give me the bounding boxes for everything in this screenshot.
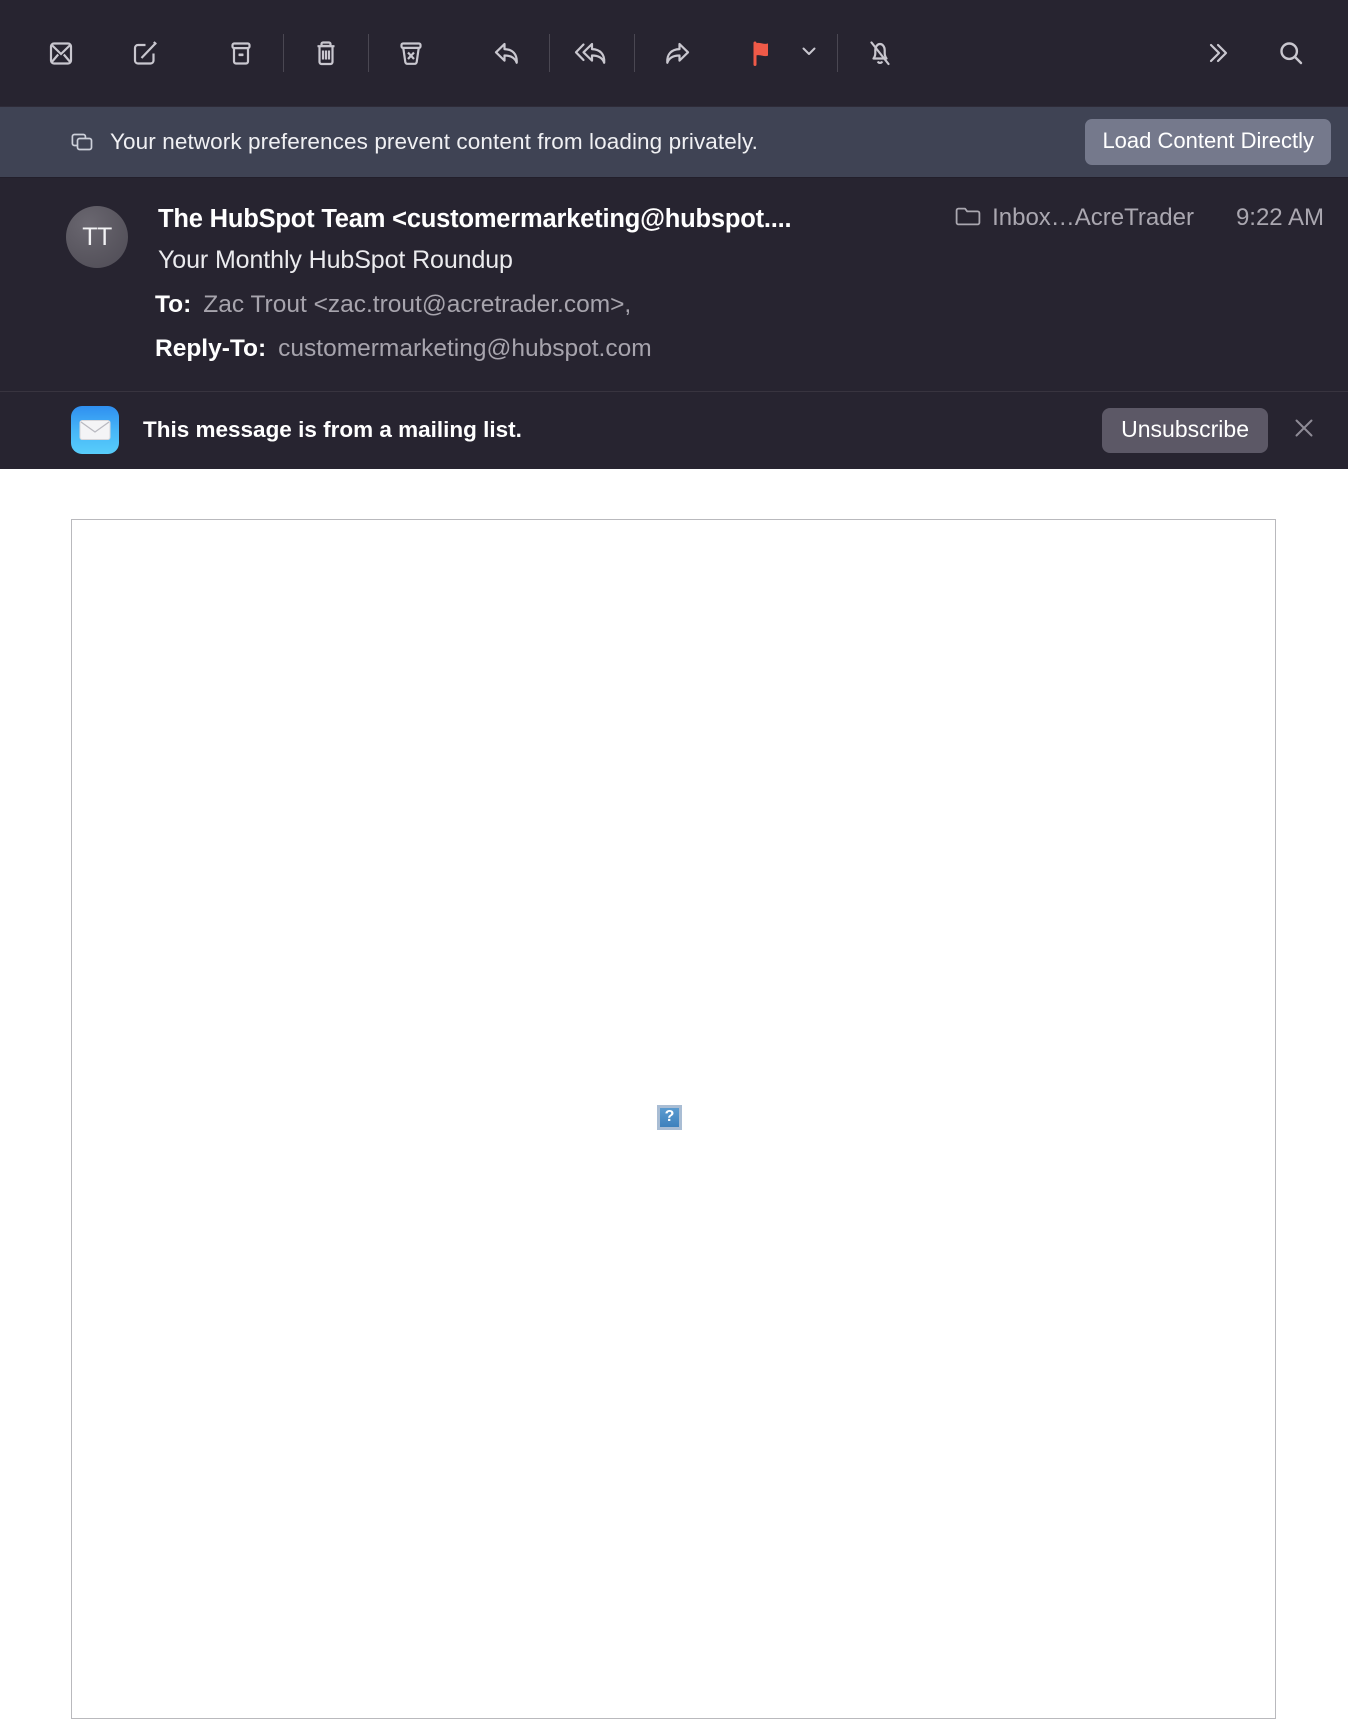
reply-button[interactable] <box>476 22 538 84</box>
junk-icon <box>391 33 431 73</box>
toolbar-separator-2 <box>368 34 369 72</box>
mute-icon <box>860 33 900 73</box>
toolbar-separator-4 <box>634 34 635 72</box>
load-content-directly-button[interactable]: Load Content Directly <box>1085 119 1331 165</box>
avatar: TT <box>66 206 128 268</box>
mailbox-label[interactable]: Inbox…AcreTrader <box>992 204 1194 232</box>
copy-windows-icon <box>70 130 94 154</box>
folder-icon <box>955 205 981 232</box>
mark-unread-button[interactable] <box>30 22 92 84</box>
toolbar-separator-5 <box>837 34 838 72</box>
privacy-banner: Your network preferences prevent content… <box>0 106 1348 177</box>
to-label: To: <box>155 290 192 318</box>
message-header: TT The HubSpot Team <customermarketing@h… <box>0 177 1348 391</box>
forward-icon <box>656 32 698 74</box>
more-button[interactable] <box>1186 22 1248 84</box>
archive-button[interactable] <box>210 22 272 84</box>
flag-icon <box>741 33 781 73</box>
reply-to-value[interactable]: customermarketing@hubspot.com <box>278 335 651 363</box>
toolbar-separator-3 <box>549 34 550 72</box>
reply-to-label: Reply-To: <box>155 334 267 362</box>
email-content-frame: ? <box>71 518 1276 1719</box>
sender-name[interactable]: The HubSpot Team <customermarketing@hubs… <box>158 205 791 234</box>
reply-to-row: Reply-To: customermarketing@hubspot.com <box>155 335 1324 363</box>
delete-button[interactable] <box>295 22 357 84</box>
trash-icon <box>306 33 346 73</box>
mailing-list-banner: This message is from a mailing list. Uns… <box>0 390 1348 469</box>
mark-unread-icon <box>41 33 81 73</box>
compose-icon <box>125 33 165 73</box>
broken-image-glyph: ? <box>664 1108 675 1125</box>
reply-all-button[interactable] <box>561 22 623 84</box>
reply-icon <box>486 32 528 74</box>
flag-button[interactable] <box>730 22 792 84</box>
junk-button[interactable] <box>380 22 442 84</box>
chevron-down-icon <box>798 40 820 67</box>
to-row: To: Zac Trout <zac.trout@acretrader.com>… <box>155 291 1324 319</box>
mute-button[interactable] <box>849 22 911 84</box>
compose-button[interactable] <box>114 22 176 84</box>
message-time: 9:22 AM <box>1235 204 1324 231</box>
mailing-list-message: This message is from a mailing list. <box>143 417 522 442</box>
search-icon <box>1271 33 1311 73</box>
to-value[interactable]: Zac Trout <zac.trout@acretrader.com>, <box>203 291 631 319</box>
more-icon <box>1200 36 1234 70</box>
message-toolbar <box>0 0 1348 106</box>
message-subject: Your Monthly HubSpot Roundup <box>158 245 513 274</box>
search-button[interactable] <box>1260 22 1322 84</box>
mail-app-icon <box>71 406 119 454</box>
forward-button[interactable] <box>646 22 708 84</box>
close-icon <box>1290 414 1318 447</box>
broken-image-placeholder-icon: ? <box>657 1104 682 1130</box>
close-banner-button[interactable] <box>1278 404 1330 456</box>
reply-all-icon <box>569 32 615 74</box>
unsubscribe-button[interactable]: Unsubscribe <box>1102 407 1268 453</box>
toolbar-separator-1 <box>283 34 284 72</box>
message-body: ? <box>0 468 1348 1720</box>
flag-options-button[interactable] <box>792 22 826 84</box>
privacy-message: Your network preferences prevent content… <box>110 129 759 154</box>
archive-icon <box>221 33 261 73</box>
